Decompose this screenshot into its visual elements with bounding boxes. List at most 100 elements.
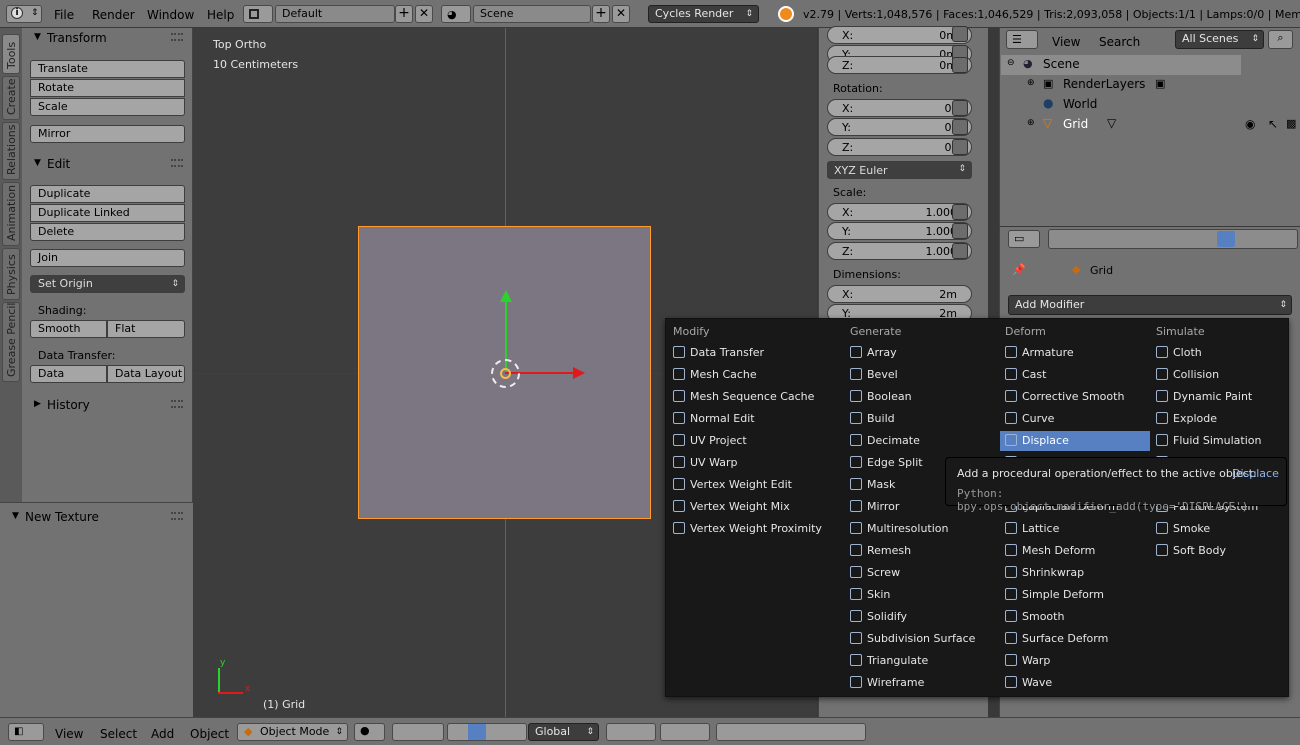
translate-manipulator-icon[interactable] xyxy=(468,724,486,740)
outliner-editor-type-button[interactable]: ☰ xyxy=(1006,30,1038,49)
modifier-item-subdivision-surface[interactable]: Subdivision Surface xyxy=(845,629,995,649)
modifier-item-collision[interactable]: Collision xyxy=(1151,365,1281,385)
render-camera-icon[interactable]: ▩ xyxy=(1286,117,1296,130)
lock-icon[interactable] xyxy=(952,223,968,239)
modifier-item-wireframe[interactable]: Wireframe xyxy=(845,673,995,693)
add-layout-icon[interactable]: + xyxy=(395,5,413,23)
snapping-and-render-tools[interactable] xyxy=(716,723,866,741)
rotate-button[interactable]: Rotate xyxy=(30,79,185,97)
screen-layout-field[interactable]: Default xyxy=(275,5,395,23)
rotation-mode-dropdown[interactable]: XYZ Euler ⇕ xyxy=(827,161,972,179)
tab-grease-pencil[interactable]: Grease Pencil xyxy=(2,302,20,382)
modifier-item-corrective-smooth[interactable]: Corrective Smooth xyxy=(1000,387,1150,407)
expand-toggle-icon[interactable]: ⊕ xyxy=(1027,78,1035,88)
selectability-cursor-icon[interactable]: ↖ xyxy=(1268,117,1278,131)
pivot-and-manipulator-buttons[interactable] xyxy=(392,723,444,741)
lock-icon[interactable] xyxy=(952,204,968,220)
outliner-menu-view[interactable]: View xyxy=(1052,35,1080,49)
close-scene-icon[interactable]: ✕ xyxy=(612,5,630,23)
modifier-item-solidify[interactable]: Solidify xyxy=(845,607,995,627)
expand-toggle-icon[interactable]: ⊕ xyxy=(1027,118,1035,128)
mirror-button[interactable]: Mirror xyxy=(30,125,185,143)
data-layout-button[interactable]: Data Layout xyxy=(107,365,185,383)
header-menu-add[interactable]: Add xyxy=(151,727,174,741)
manipulator-toggles[interactable] xyxy=(447,723,527,741)
modifier-item-multiresolution[interactable]: Multiresolution xyxy=(845,519,995,539)
header-menu-select[interactable]: Select xyxy=(100,727,137,741)
modifier-tab-wrench-icon[interactable] xyxy=(1217,231,1235,247)
tab-create[interactable]: Create xyxy=(2,76,20,120)
transform-panel-header[interactable]: ▼ Transform xyxy=(22,28,193,48)
modifier-item-normal-edit[interactable]: Normal Edit xyxy=(668,409,833,429)
render-engine-dropdown[interactable]: Cycles Render ⇕ xyxy=(648,5,759,23)
modifier-item-bevel[interactable]: Bevel xyxy=(845,365,995,385)
outliner-row-world[interactable]: ● World xyxy=(1001,95,1300,115)
lock-icon[interactable] xyxy=(952,139,968,155)
drag-grip-icon[interactable] xyxy=(171,512,183,520)
y-arrow-head-icon[interactable] xyxy=(500,290,512,302)
rotation-y-field[interactable]: Y: 0° xyxy=(827,118,972,136)
lock-icon[interactable] xyxy=(952,26,968,42)
mode-dropdown[interactable]: ◆ Object Mode ⇕ xyxy=(237,723,348,741)
modifier-item-curve[interactable]: Curve xyxy=(1000,409,1150,429)
modifier-item-skin[interactable]: Skin xyxy=(845,585,995,605)
modifier-item-displace[interactable]: Displace xyxy=(1000,431,1150,451)
scale-button[interactable]: Scale xyxy=(30,98,185,116)
lock-icon[interactable] xyxy=(952,100,968,116)
drag-grip-icon[interactable] xyxy=(171,400,183,408)
scene-selector[interactable]: ◕ xyxy=(441,5,471,23)
modifier-item-vertex-weight-mix[interactable]: Vertex Weight Mix xyxy=(668,497,833,517)
lock-icon[interactable] xyxy=(952,119,968,135)
dimensions-x-field[interactable]: X: 2m xyxy=(827,285,972,303)
modifier-item-shrinkwrap[interactable]: Shrinkwrap xyxy=(1000,563,1150,583)
modifier-item-simple-deform[interactable]: Simple Deform xyxy=(1000,585,1150,605)
transform-orientation-dropdown[interactable]: Global ⇕ xyxy=(528,723,599,741)
modifier-item-dynamic-paint[interactable]: Dynamic Paint xyxy=(1151,387,1281,407)
header-menu-view[interactable]: View xyxy=(55,727,83,741)
modifier-item-boolean[interactable]: Boolean xyxy=(845,387,995,407)
outliner-menu-search[interactable]: Search xyxy=(1099,35,1140,49)
location-z-field[interactable]: Z: 0m xyxy=(827,56,972,74)
viewport-shading-button[interactable]: ● xyxy=(354,723,385,741)
modifier-item-build[interactable]: Build xyxy=(845,409,995,429)
modifier-item-wave[interactable]: Wave xyxy=(1000,673,1150,693)
modifier-item-mesh-sequence-cache[interactable]: Mesh Sequence Cache xyxy=(668,387,833,407)
modifier-item-data-transfer[interactable]: Data Transfer xyxy=(668,343,833,363)
history-panel-header[interactable]: ▶ History xyxy=(22,395,193,415)
modifier-item-vertex-weight-proximity[interactable]: Vertex Weight Proximity xyxy=(668,519,833,539)
x-arrow-head-icon[interactable] xyxy=(573,367,585,379)
modifier-item-smoke[interactable]: Smoke xyxy=(1151,519,1281,539)
editor-type-button[interactable]: i ⇕ xyxy=(6,5,42,23)
properties-context-tabs[interactable] xyxy=(1048,229,1298,249)
drag-grip-icon[interactable] xyxy=(171,33,183,41)
modifier-item-mesh-deform[interactable]: Mesh Deform xyxy=(1000,541,1150,561)
duplicate-linked-button[interactable]: Duplicate Linked xyxy=(30,204,185,222)
data-transfer-button[interactable]: Data xyxy=(30,365,107,383)
modifier-item-surface-deform[interactable]: Surface Deform xyxy=(1000,629,1150,649)
tab-tools[interactable]: Tools xyxy=(2,34,20,74)
collapse-toggle-icon[interactable]: ⊖ xyxy=(1007,58,1015,68)
scale-x-field[interactable]: X: 1.000 xyxy=(827,203,972,221)
menu-help[interactable]: Help xyxy=(207,8,234,22)
translate-button[interactable]: Translate xyxy=(30,60,185,78)
rotation-z-field[interactable]: Z: 0° xyxy=(827,138,972,156)
outliner-row-scene[interactable]: ⊖ ◕ Scene xyxy=(1001,55,1241,75)
modifier-item-armature[interactable]: Armature xyxy=(1000,343,1150,363)
modifier-item-array[interactable]: Array xyxy=(845,343,995,363)
menu-file[interactable]: File xyxy=(54,8,74,22)
modifier-item-warp[interactable]: Warp xyxy=(1000,651,1150,671)
smooth-shading-button[interactable]: Smooth xyxy=(30,320,107,338)
pin-icon[interactable]: 📌 xyxy=(1012,263,1026,276)
edit-panel-header[interactable]: ▼ Edit xyxy=(22,154,193,174)
modifier-item-uv-project[interactable]: UV Project xyxy=(668,431,833,451)
drag-grip-icon[interactable] xyxy=(171,159,183,167)
join-button[interactable]: Join xyxy=(30,249,185,267)
viewport-editor-type-button[interactable]: ◧ xyxy=(8,723,44,741)
modifier-item-screw[interactable]: Screw xyxy=(845,563,995,583)
header-menu-object[interactable]: Object xyxy=(190,727,229,741)
modifier-item-fluid-simulation[interactable]: Fluid Simulation xyxy=(1151,431,1281,451)
menu-render[interactable]: Render xyxy=(92,8,135,22)
scene-layers-row-1[interactable] xyxy=(606,723,656,741)
set-origin-dropdown[interactable]: Set Origin ⇕ xyxy=(30,275,185,293)
screen-layout-selector[interactable] xyxy=(243,5,273,23)
